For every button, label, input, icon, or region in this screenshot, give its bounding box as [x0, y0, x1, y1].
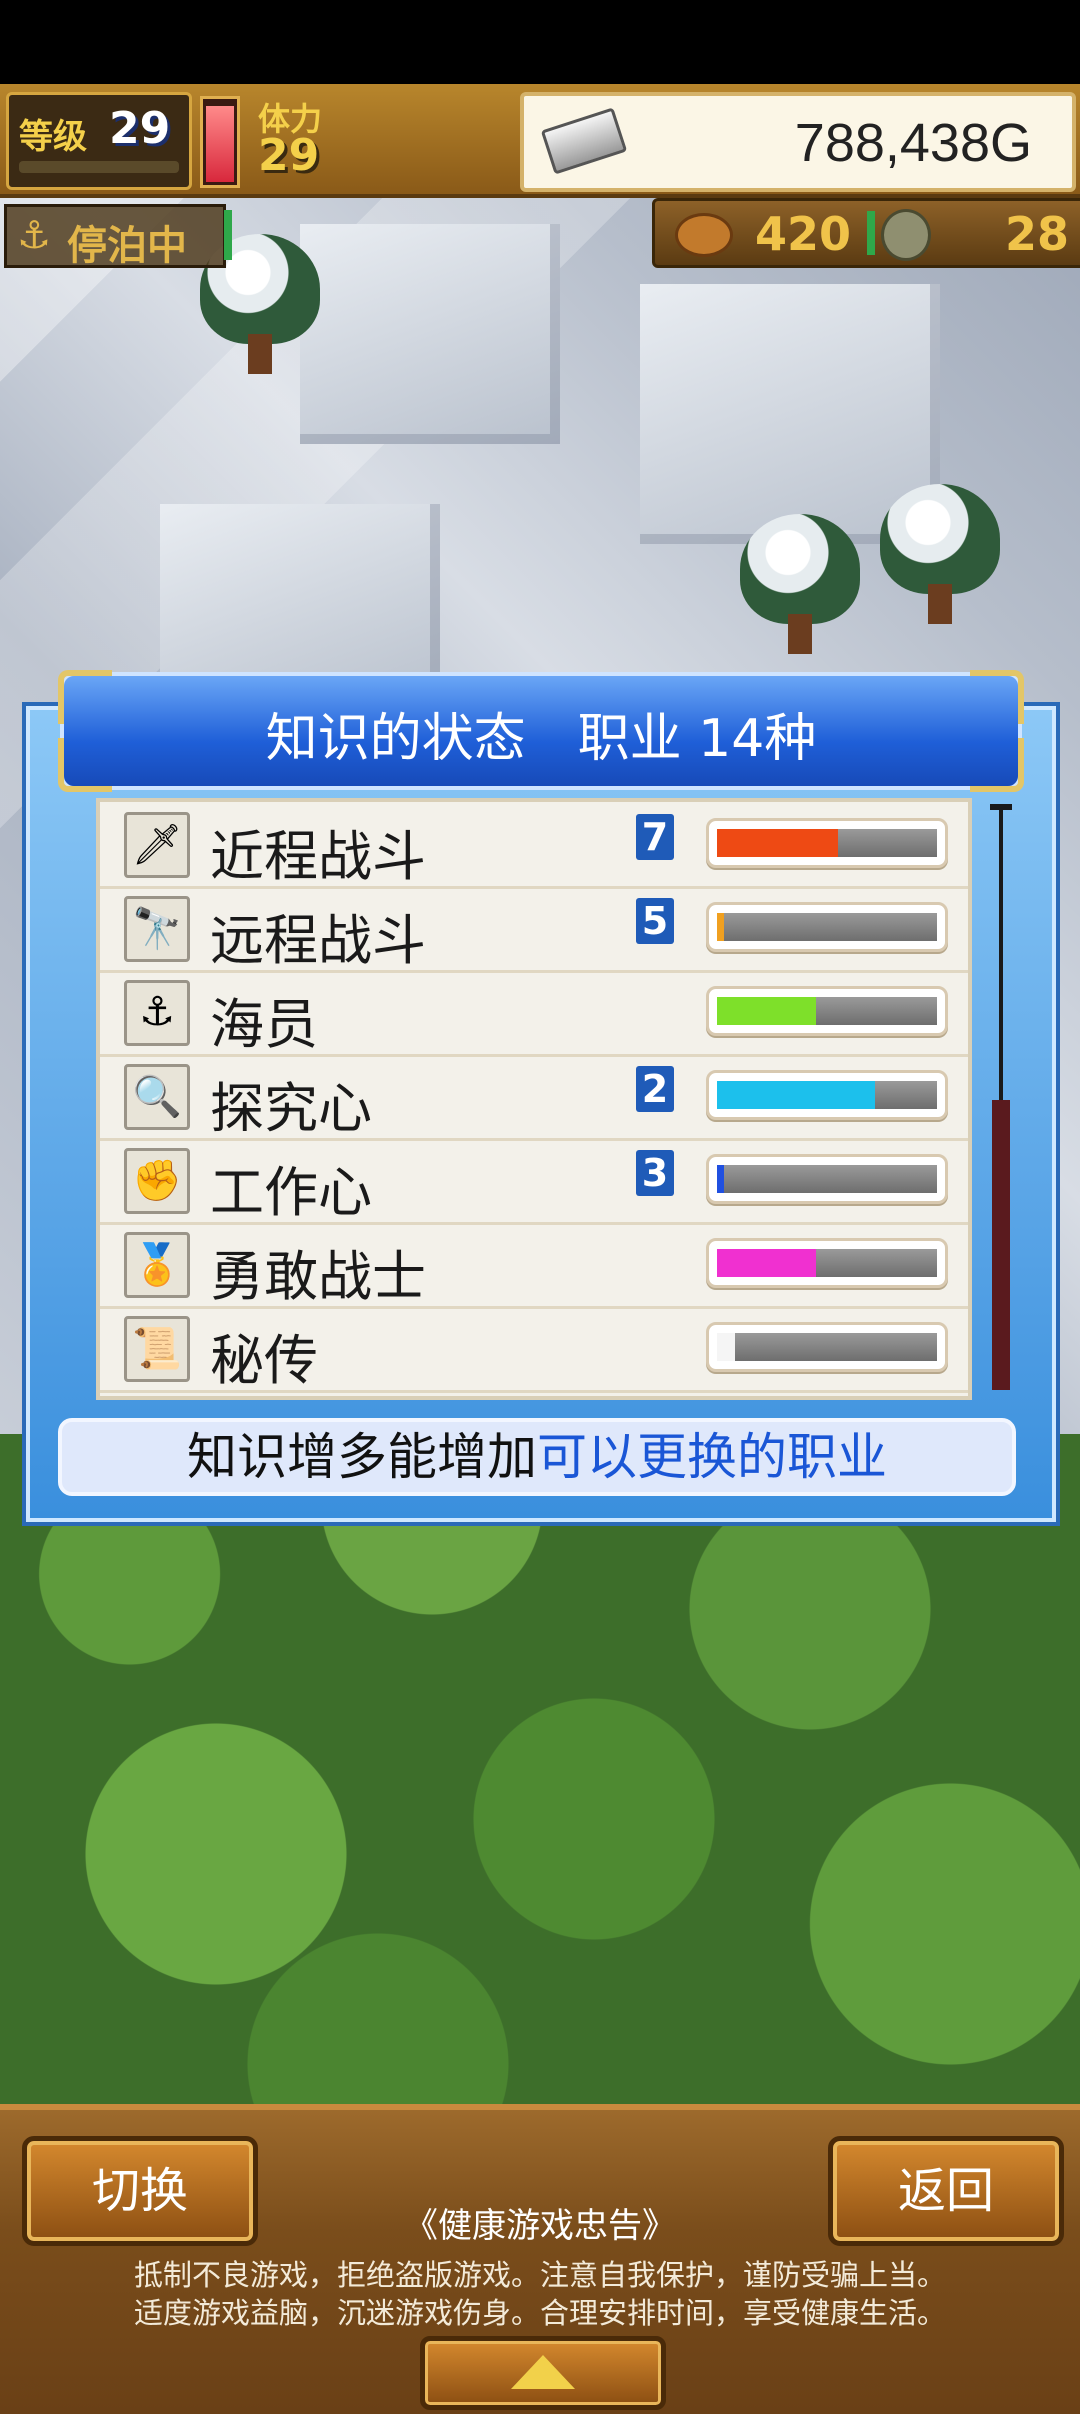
knowledge-rank-badge: 2	[636, 1066, 674, 1112]
knowledge-progress-bar	[706, 1238, 948, 1288]
knowledge-progress-bar	[706, 902, 948, 952]
snowy-tree	[880, 484, 1000, 634]
arrow-up-icon	[511, 2355, 575, 2389]
hint-highlight: 可以更换的职业	[537, 1428, 887, 1486]
telescope-icon: 🔭	[124, 896, 190, 962]
knowledge-progress-fill	[717, 997, 816, 1025]
resource-separator	[867, 211, 875, 255]
knowledge-row[interactable]: 🔍 探究心 2	[100, 1054, 968, 1141]
dock-indicator	[224, 210, 232, 260]
knowledge-progress-fill	[717, 913, 724, 941]
silver-bar-icon	[540, 107, 628, 175]
anchor-icon: ⚓	[124, 980, 190, 1046]
knowledge-progress-bar	[706, 1070, 948, 1120]
resource-bar: 420 28	[652, 198, 1080, 268]
knowledge-row[interactable]: 🗡 近程战斗 7	[100, 802, 968, 889]
gold-value: 788,438G	[794, 113, 1032, 173]
knowledge-name: 勇敢战士	[210, 1245, 426, 1308]
scroll-icon: 📜	[124, 1316, 190, 1382]
crew-value: 28	[1004, 207, 1069, 261]
health-notice-line-1: 抵制不良游戏，拒绝盗版游戏。注意自我保护，谨防受骗上当。	[133, 2258, 946, 2292]
level-exp-bar	[19, 161, 179, 173]
knowledge-row[interactable]: 🔭 远程战斗 5	[100, 886, 968, 973]
knowledge-progress-bar	[706, 986, 948, 1036]
knowledge-progress-fill	[717, 829, 838, 857]
scrollbar-thumb[interactable]	[992, 1100, 1010, 1390]
level-label: 等级	[19, 117, 87, 157]
knowledge-progress-bar	[706, 818, 948, 868]
knowledge-name: 秘传	[210, 1329, 318, 1392]
health-notice-line-2: 适度游戏益脑，沉迷游戏伤身。合理安排时间，享受健康生活。	[133, 2296, 946, 2330]
knowledge-hint: 知识增多能增加可以更换的职业	[58, 1418, 1016, 1496]
status-bar	[0, 0, 1080, 84]
knowledge-row[interactable]: 🏅 勇敢战士	[100, 1222, 968, 1309]
food-icon	[675, 213, 733, 257]
stamina-value: 29	[258, 130, 320, 181]
food-value: 420	[755, 207, 852, 261]
gold-display: 788,438G	[520, 92, 1076, 192]
knowledge-progress-fill	[717, 1081, 876, 1109]
snowy-tree	[740, 514, 860, 664]
knowledge-progress-fill	[717, 1333, 735, 1361]
knowledge-name: 近程战斗	[210, 825, 426, 888]
knowledge-rank-badge: 7	[636, 814, 674, 860]
panel-title: 知识的状态 职业 14种	[265, 709, 817, 769]
panel-title-bar: 知识的状态 职业 14种	[58, 670, 1024, 792]
knowledge-progress-bar	[706, 1322, 948, 1372]
fist-icon: ✊	[124, 1148, 190, 1214]
knowledge-row[interactable]: 📜 秘传	[100, 1306, 968, 1393]
knowledge-progress-fill	[717, 1249, 816, 1277]
knowledge-row[interactable]: ✊ 工作心 3	[100, 1138, 968, 1225]
bottom-bar: 切换 返回 《健康游戏忠告》 抵制不良游戏，拒绝盗版游戏。注意自我保护，谨防受骗…	[0, 2104, 1080, 2414]
scrollbar[interactable]	[990, 804, 1012, 1390]
knowledge-name: 探究心	[210, 1077, 372, 1140]
level-box: 等级 29	[6, 92, 192, 190]
knowledge-rank-badge: 3	[636, 1150, 674, 1196]
dock-status-label: 停泊中	[67, 223, 187, 269]
level-value: 29	[109, 103, 171, 154]
knowledge-name: 海员	[210, 993, 318, 1056]
dock-status[interactable]: ⚓ 停泊中	[4, 204, 226, 269]
stamina-gauge	[200, 96, 240, 188]
knowledge-row[interactable]: ⚓ 海员	[100, 970, 968, 1057]
anchor-icon: ⚓	[17, 213, 52, 257]
snow-block	[300, 224, 560, 444]
medal-icon: 🏅	[124, 1232, 190, 1298]
forest-area	[0, 1434, 1080, 2104]
hint-text: 知识增多能增加	[187, 1428, 537, 1486]
knowledge-name: 工作心	[210, 1161, 372, 1224]
top-hud: 等级 29 体力 29 788,438G	[0, 84, 1080, 198]
knowledge-list[interactable]: 🗡 近程战斗 7 🔭 远程战斗 5 ⚓ 海员 🔍 探究心 2 ✊ 工作心 3 🏅 勇敢战士 📜 秘传	[96, 798, 972, 1400]
health-notice-title: 《健康游戏忠告》	[404, 2206, 676, 2246]
knowledge-name: 远程战斗	[210, 909, 426, 972]
knowledge-progress-fill	[717, 1165, 724, 1193]
crew-icon	[881, 209, 931, 261]
sword-icon: 🗡	[124, 812, 190, 878]
knowledge-rank-badge: 5	[636, 898, 674, 944]
knowledge-progress-bar	[706, 1154, 948, 1204]
magnifier-icon: 🔍	[124, 1064, 190, 1130]
expand-menu-button[interactable]	[420, 2336, 666, 2410]
